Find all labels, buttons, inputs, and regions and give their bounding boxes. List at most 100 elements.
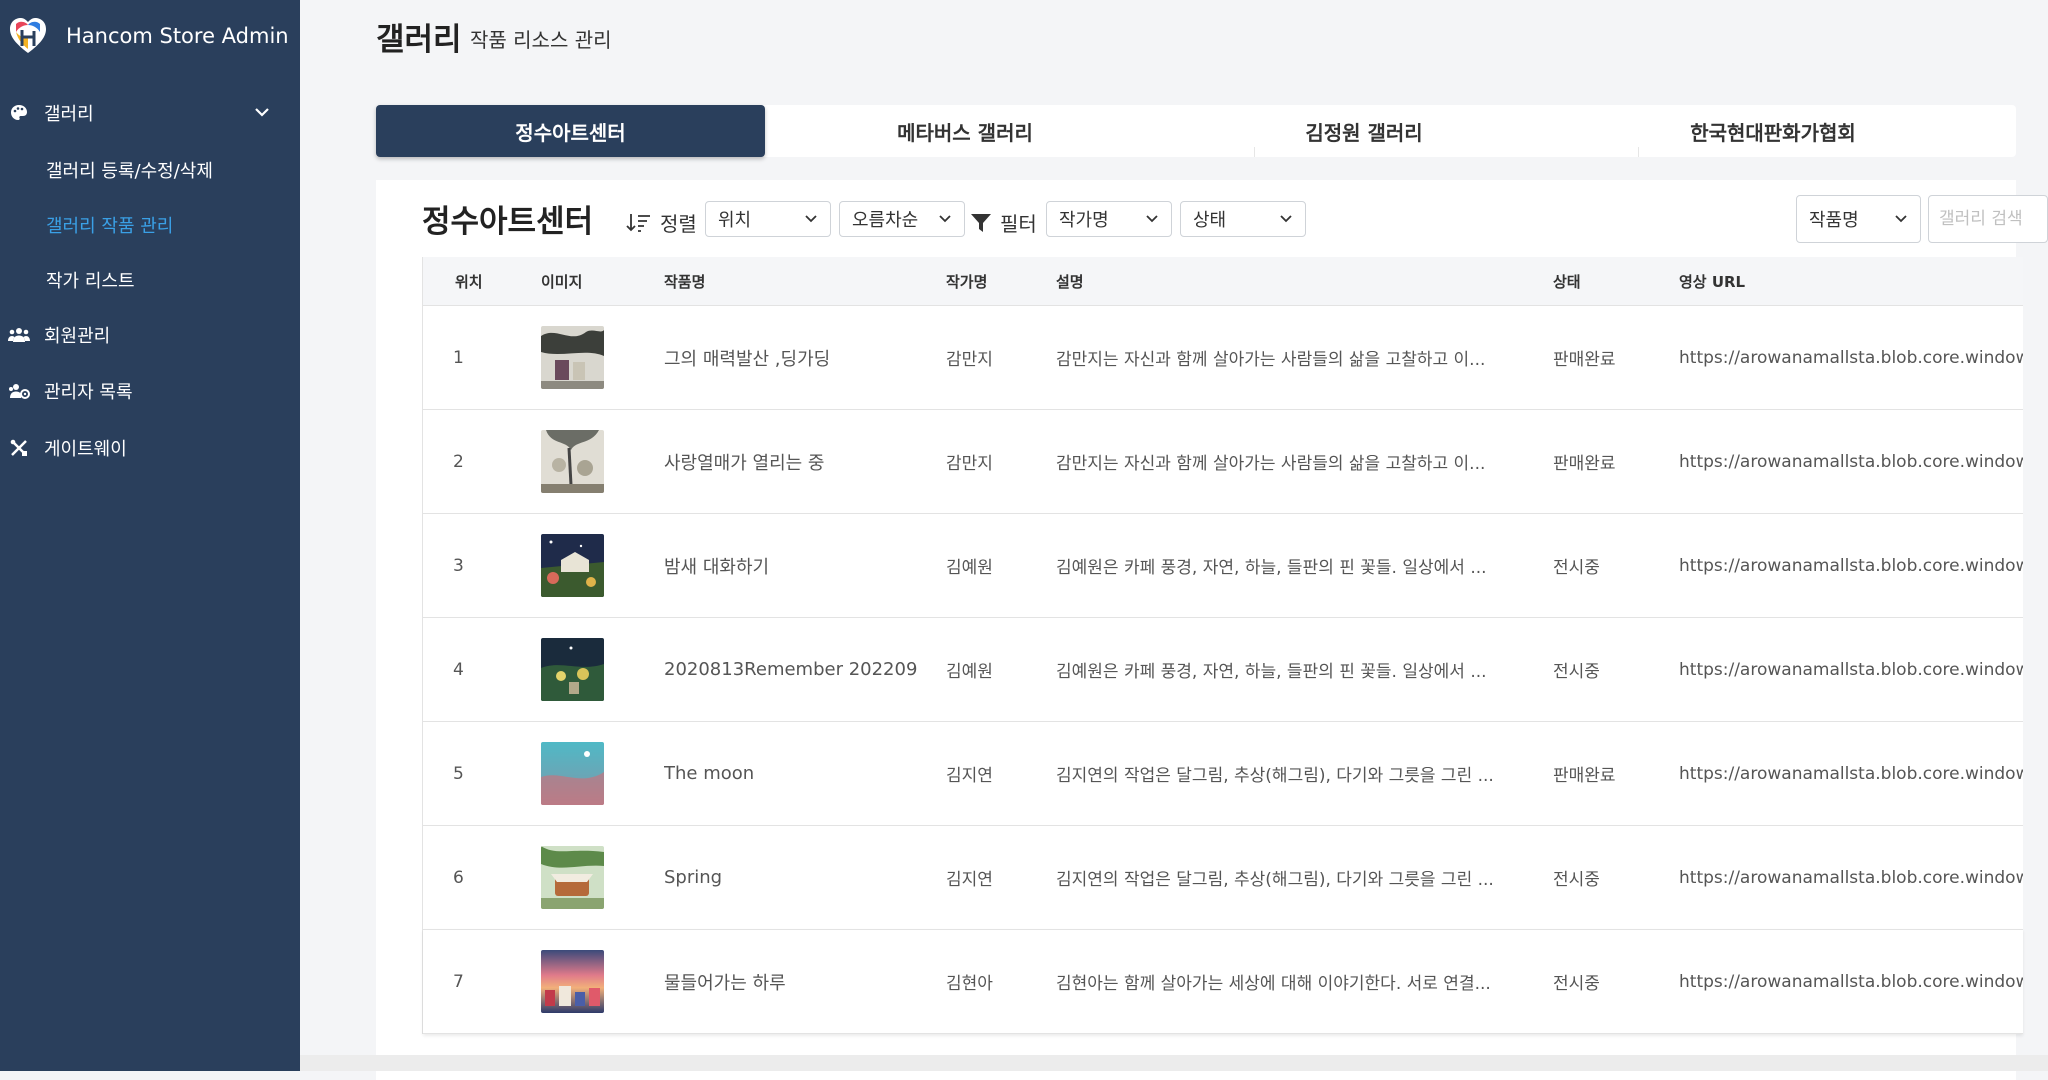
sidebar-item-members[interactable]: 회원관리 (0, 323, 300, 347)
cell-position: 1 (453, 347, 464, 368)
tools-icon (8, 437, 30, 459)
cell-author: 김예원 (946, 558, 993, 578)
cell-video-url[interactable]: https://arowanamallsta.blob.core.window (1679, 306, 2023, 409)
hancom-logo-icon (10, 18, 46, 53)
tab-kimjeongwon-gallery[interactable]: 김정원 갤러리 (1176, 105, 1552, 157)
admins-icon (8, 380, 30, 402)
cell-description: 김예원은 카페 풍경, 자연, 하늘, 들판의 핀 꽃들. 일상에서 ... (1056, 558, 1487, 578)
cell-thumbnail[interactable] (541, 930, 604, 1033)
sidebar-subitem-gallery-edit[interactable]: 갤러리 등록/수정/삭제 (46, 157, 213, 183)
cell-thumbnail[interactable] (541, 722, 604, 825)
cell-title: 밤새 대화하기 (664, 556, 770, 578)
tab-korea-print-association[interactable]: 한국현대판화가협회 (1552, 105, 1994, 157)
cell-author: 김현아 (946, 974, 993, 994)
cell-position: 3 (453, 555, 464, 576)
cell-video-url[interactable]: https://arowanamallsta.blob.core.window (1679, 722, 2023, 825)
table-row[interactable]: 2 사랑열매가 열리는 중 감만지 감만지는 자신과 함께 살아가는 사람들의 … (423, 409, 2023, 513)
table-row[interactable]: 3 밤새 대화하기 김예원 김예원은 카페 풍경, 자연, 하늘, 들판의 핀 … (423, 513, 2023, 617)
sidebar-subitem-artist-list[interactable]: 작가 리스트 (46, 267, 135, 293)
cell-description: 김예원은 카페 풍경, 자연, 하늘, 들판의 핀 꽃들. 일상에서 ... (1056, 662, 1487, 682)
sidebar-item-label: 갤러리 (44, 104, 94, 125)
cell-thumbnail[interactable] (541, 306, 604, 409)
sidebar-item-label: 회원관리 (44, 326, 111, 347)
sort-order-value: 오름차순 (852, 210, 919, 231)
gallery-search-input[interactable] (1928, 195, 2048, 243)
cell-position: 7 (453, 971, 464, 992)
sort-label: 정렬 (660, 212, 697, 236)
cell-author: 김예원 (946, 662, 993, 682)
artwork-thumbnail (541, 326, 604, 389)
table-row[interactable]: 4 2020813Remember 202209 김예원 김예원은 카페 풍경,… (423, 617, 2023, 721)
table-row[interactable]: 1 그의 매력발산 ,딩가딩 감만지 감만지는 자신과 함께 살아가는 사람들의… (423, 305, 2023, 409)
cell-video-url[interactable]: https://arowanamallsta.blob.core.window (1679, 410, 2023, 513)
cell-position: 6 (453, 867, 464, 888)
cell-author: 감만지 (946, 454, 993, 474)
chevron-down-icon (254, 101, 270, 130)
sidebar-item-admins[interactable]: 관리자 목록 (0, 379, 300, 403)
cell-thumbnail[interactable] (541, 410, 604, 513)
page-subtitle: 작품 리소스 관리 (470, 28, 612, 52)
sort-field-select[interactable]: 위치 (705, 201, 831, 237)
cell-status: 판매완료 (1553, 766, 1616, 786)
artwork-thumbnail (541, 430, 604, 493)
cell-title: Spring (664, 867, 723, 888)
filter-control[interactable]: 필터 (970, 208, 1037, 237)
artwork-thumbnail (541, 534, 604, 597)
filter-author-value: 작가명 (1059, 210, 1109, 231)
cell-position: 4 (453, 659, 464, 680)
column-header-description: 설명 (1056, 272, 1084, 291)
search-field-select[interactable]: 작품명 (1796, 195, 1921, 243)
cell-title: 그의 매력발산 ,딩가딩 (664, 348, 831, 370)
cell-thumbnail[interactable] (541, 514, 604, 617)
artwork-thumbnail (541, 846, 604, 909)
table-row[interactable]: 5 The moon 김지연 김지연의 작업은 달그림, 추상(해그림), 다기… (423, 721, 2023, 825)
cell-thumbnail[interactable] (541, 826, 604, 929)
cell-author: 김지연 (946, 766, 993, 786)
cell-video-url[interactable]: https://arowanamallsta.blob.core.window (1679, 618, 2023, 721)
cell-video-url[interactable]: https://arowanamallsta.blob.core.window (1679, 930, 2023, 1033)
column-header-video-url: 영상 URL (1679, 272, 1746, 291)
cell-description: 김지연의 작업은 달그림, 추상(해그림), 다기와 그릇을 그린 ... (1056, 766, 1494, 786)
card-title: 정수아트센터 (422, 204, 594, 240)
users-icon (8, 324, 30, 346)
cell-status: 전시중 (1553, 974, 1600, 994)
cell-position: 5 (453, 763, 464, 784)
sidebar-subitem-artwork-manage[interactable]: 갤러리 작품 관리 (46, 212, 173, 238)
chevron-down-icon (1279, 211, 1293, 232)
cell-description: 김지연의 작업은 달그림, 추상(해그림), 다기와 그릇을 그린 ... (1056, 870, 1494, 890)
tab-metaverse-gallery[interactable]: 메타버스 갤러리 (765, 105, 1165, 157)
table-row[interactable]: 7 물들어가는 하루 김현아 김현아는 함께 살아가는 세상에 대해 이야기한다… (423, 929, 2023, 1034)
sidebar: Hancom Store Admin 갤러리 갤러리 등록/수정/삭제 갤러리 … (0, 0, 300, 1071)
sidebar-item-gallery[interactable]: 갤러리 (0, 101, 300, 125)
chevron-down-icon (804, 211, 818, 232)
table-row[interactable]: 6 Spring 김지연 김지연의 작업은 달그림, 추상(해그림), 다기와 … (423, 825, 2023, 929)
column-header-title[interactable]: 작품명 (664, 257, 705, 305)
gallery-tabs: 정수아트센터 메타버스 갤러리 김정원 갤러리 한국현대판화가협회 (376, 105, 2016, 157)
column-header-position[interactable]: 위치 (455, 257, 483, 305)
cell-author: 감만지 (946, 350, 993, 370)
cell-video-url[interactable]: https://arowanamallsta.blob.core.window (1679, 826, 2023, 929)
palette-icon (8, 102, 30, 124)
column-header-image: 이미지 (541, 272, 583, 291)
chevron-down-icon (1145, 211, 1159, 232)
cell-title: 사랑열매가 열리는 중 (664, 452, 825, 474)
cell-author: 김지연 (946, 870, 993, 890)
cell-description: 감만지는 자신과 함께 살아가는 사람들의 삶을 고찰하고 이... (1056, 350, 1486, 370)
artwork-thumbnail (541, 950, 604, 1013)
sort-control[interactable]: 정렬 (626, 208, 697, 237)
cell-video-url[interactable]: https://arowanamallsta.blob.core.window (1679, 514, 2023, 617)
horizontal-scrollbar[interactable] (300, 1055, 2048, 1071)
column-header-author[interactable]: 작가명 (946, 257, 987, 305)
sidebar-item-gateway[interactable]: 게이트웨이 (0, 436, 300, 460)
cell-status: 전시중 (1553, 870, 1600, 890)
filter-author-select[interactable]: 작가명 (1046, 201, 1172, 237)
sort-order-select[interactable]: 오름차순 (839, 201, 965, 237)
artwork-thumbnail (541, 742, 604, 805)
cell-thumbnail[interactable] (541, 618, 604, 721)
column-header-status[interactable]: 상태 (1553, 257, 1581, 305)
brand[interactable]: Hancom Store Admin (8, 14, 289, 58)
cell-status: 판매완료 (1553, 350, 1616, 370)
filter-status-select[interactable]: 상태 (1180, 201, 1306, 237)
table-header: 위치 이미지 작품명 작가명 설명 상태 영상 URL (423, 257, 2023, 305)
tab-jeongsu-art-center[interactable]: 정수아트센터 (376, 105, 765, 157)
